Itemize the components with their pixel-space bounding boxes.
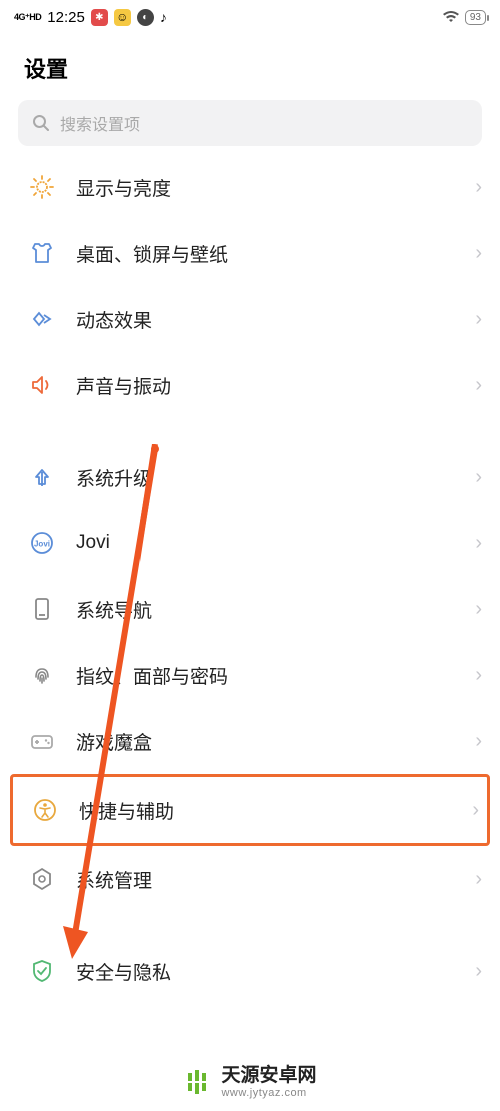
app-icon-1: ✱ [91, 9, 108, 26]
item-security[interactable]: 安全与隐私 › [0, 938, 500, 985]
signal-indicator: 4G⁺HD [14, 12, 41, 23]
item-biometric[interactable]: 指纹、面部与密码 › [0, 642, 500, 708]
item-gamebox[interactable]: 游戏魔盒 › [0, 708, 500, 774]
search-icon [32, 114, 50, 132]
item-desktop[interactable]: 桌面、锁屏与壁纸 › [0, 220, 500, 286]
status-left: 4G⁺HD 12:25 ✱ ☺ ◐ ♪ [14, 9, 167, 26]
chevron-right-icon: › [475, 664, 482, 687]
tshirt-icon [28, 239, 56, 267]
item-label: 安全与隐私 [76, 958, 475, 985]
search-input[interactable]: 搜索设置项 [18, 100, 482, 146]
chevron-right-icon: › [475, 374, 482, 397]
item-jovi[interactable]: Jovi Jovi › [0, 510, 500, 576]
arrow-up-icon [28, 463, 56, 491]
status-bar: 4G⁺HD 12:25 ✱ ☺ ◐ ♪ 93 [0, 0, 500, 30]
fingerprint-icon [28, 661, 56, 689]
chevron-right-icon: › [475, 242, 482, 265]
item-label: 桌面、锁屏与壁纸 [76, 240, 475, 267]
item-sysmgmt[interactable]: 系统管理 › [0, 846, 500, 912]
sun-icon [28, 173, 56, 201]
wifi-icon [443, 11, 459, 23]
item-label: 显示与亮度 [76, 174, 475, 201]
item-navigation[interactable]: 系统导航 › [0, 576, 500, 642]
chevron-right-icon: › [475, 730, 482, 753]
item-label: Jovi [76, 532, 475, 554]
watermark-logo-icon [183, 1068, 211, 1096]
item-label: 动态效果 [76, 306, 475, 333]
item-label: 快捷与辅助 [79, 797, 472, 824]
chevron-right-icon: › [475, 308, 482, 331]
battery-indicator: 93 [465, 10, 486, 25]
hex-gear-icon [28, 865, 56, 893]
chevron-right-icon: › [475, 960, 482, 983]
accessibility-icon [31, 796, 59, 824]
search-placeholder: 搜索设置项 [60, 111, 140, 135]
item-upgrade[interactable]: 系统升级 › [0, 444, 500, 510]
app-icon-2: ☺ [114, 9, 131, 26]
item-label: 系统导航 [76, 596, 475, 623]
chevron-right-icon: › [472, 799, 479, 822]
status-right: 93 [443, 10, 486, 25]
item-accessibility[interactable]: 快捷与辅助 › [10, 774, 490, 846]
watermark-title: 天源安卓网 [221, 1065, 316, 1087]
item-label: 声音与振动 [76, 372, 475, 399]
shield-check-icon [28, 957, 56, 985]
music-note-icon: ♪ [160, 9, 167, 25]
diamond-arrow-icon [28, 305, 56, 333]
chevron-right-icon: › [475, 598, 482, 621]
page-title: 设置 [0, 30, 500, 100]
item-label: 游戏魔盒 [76, 728, 475, 755]
chevron-right-icon: › [475, 466, 482, 489]
watermark: 天源安卓网 www.jytyaz.com [0, 1053, 500, 1111]
chevron-right-icon: › [475, 532, 482, 555]
jovi-icon: Jovi [28, 529, 56, 557]
svg-text:Jovi: Jovi [34, 540, 50, 549]
watermark-url: www.jytyaz.com [221, 1087, 316, 1100]
section-divider [0, 418, 500, 444]
item-sound[interactable]: 声音与振动 › [0, 352, 500, 418]
item-label: 系统升级 [76, 464, 475, 491]
phone-nav-icon [28, 595, 56, 623]
section-divider [0, 912, 500, 938]
item-display[interactable]: 显示与亮度 › [0, 154, 500, 220]
chevron-right-icon: › [475, 176, 482, 199]
item-label: 指纹、面部与密码 [76, 662, 475, 689]
clock: 12:25 [47, 9, 85, 26]
speaker-icon [28, 371, 56, 399]
item-label: 系统管理 [76, 866, 475, 893]
chevron-right-icon: › [475, 868, 482, 891]
app-icon-3: ◐ [137, 9, 154, 26]
item-animation[interactable]: 动态效果 › [0, 286, 500, 352]
gamepad-icon [28, 727, 56, 755]
settings-list: 显示与亮度 › 桌面、锁屏与壁纸 › 动态效果 › 声音与振动 › 系统升级 ›… [0, 154, 500, 985]
